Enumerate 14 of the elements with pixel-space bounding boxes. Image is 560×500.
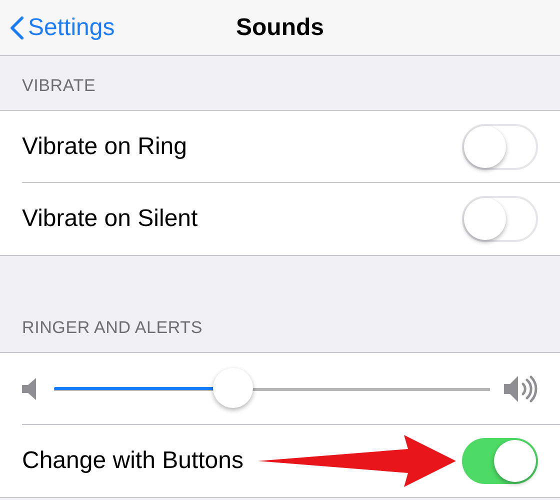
speaker-icon <box>22 378 38 400</box>
section-header: VIBRATE <box>22 76 96 96</box>
speaker-loud-icon <box>504 375 538 403</box>
section-header: RINGER AND ALERTS <box>22 318 203 338</box>
toggle-switch[interactable] <box>462 438 538 484</box>
back-chevron-icon <box>10 16 24 40</box>
screen-title: Sounds <box>236 14 324 42</box>
back-button[interactable]: Settings <box>0 14 115 42</box>
toggle-switch[interactable] <box>462 124 538 170</box>
setting-label: Change with Buttons <box>22 447 244 475</box>
setting-label: Vibrate on Ring <box>22 133 187 161</box>
toggle-switch[interactable] <box>462 196 538 242</box>
setting-label: Vibrate on Silent <box>22 205 198 233</box>
slider-thumb[interactable] <box>212 368 253 408</box>
